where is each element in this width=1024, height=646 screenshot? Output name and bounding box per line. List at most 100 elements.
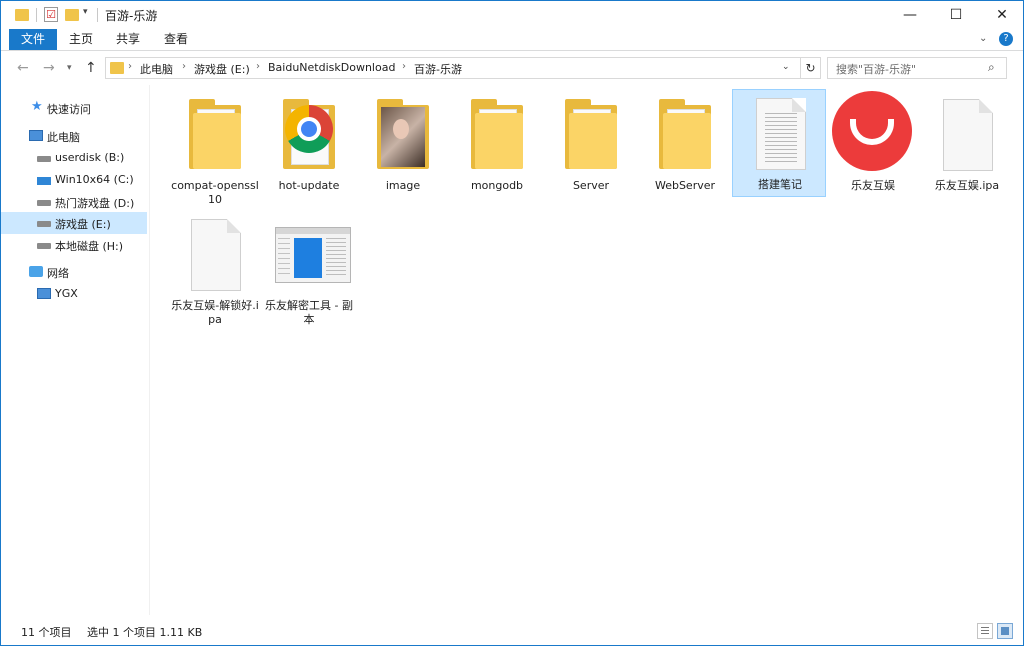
file-item-build-notes[interactable]: 搭建笔记	[732, 89, 826, 197]
properties-icon[interactable]: ☑	[44, 7, 58, 22]
breadcrumb-separator-icon[interactable]: ›	[256, 61, 260, 72]
folder-icon	[559, 99, 623, 175]
explorer-window: ☑ ▾ 百游-乐游 — ☐ ✕ 文件 主页 共享 查看 ⌄ ? ← → ▾ ↑ …	[0, 0, 1024, 646]
computer-icon	[29, 130, 43, 141]
file-name: hot-update	[278, 179, 340, 192]
sidebar-item-this-pc[interactable]: 此电脑	[1, 125, 147, 147]
chrome-icon	[277, 99, 341, 175]
navigation-pane: ★ 快速访问 此电脑 userdisk (B:) Win10x64 (C:) 热…	[1, 85, 149, 615]
toolbar-divider	[36, 8, 37, 22]
breadcrumb-this-pc[interactable]: 此电脑	[140, 61, 173, 77]
sidebar-item-label: userdisk (B:)	[55, 151, 125, 164]
sidebar-item-label: 热门游戏盘 (D:)	[55, 197, 135, 210]
tab-view[interactable]: 查看	[155, 29, 197, 50]
file-item-hot-update[interactable]: hot-update	[262, 91, 356, 199]
tab-share[interactable]: 共享	[107, 29, 149, 50]
drive-icon	[37, 243, 51, 249]
breadcrumb-separator-icon[interactable]: ›	[402, 61, 406, 72]
large-icons-view-button[interactable]	[997, 623, 1013, 639]
file-item-mongodb[interactable]: mongodb	[450, 91, 544, 199]
file-name: Server	[572, 179, 610, 192]
file-item-image[interactable]: image	[356, 91, 450, 199]
file-list: compat-openssl10 hot-update image mongod…	[149, 85, 1023, 615]
item-count: 11 个项目	[21, 626, 72, 639]
address-history-dropdown-icon[interactable]: ⌄	[782, 62, 790, 72]
drive-icon	[37, 221, 51, 227]
folder-icon	[15, 9, 29, 21]
file-name: image	[385, 179, 421, 192]
sidebar-item-drive-e[interactable]: 游戏盘 (E:)	[1, 212, 147, 234]
file-name: 搭建笔记	[758, 178, 802, 191]
search-icon[interactable]: ⌕	[988, 60, 995, 75]
sidebar-item-label: 本地磁盘 (H:)	[55, 240, 124, 253]
tab-home[interactable]: 主页	[61, 29, 101, 50]
up-button[interactable]: ↑	[85, 60, 97, 76]
customize-toolbar-dropdown-icon[interactable]: ▾	[83, 7, 88, 23]
file-item-leyou-unlocked-ipa[interactable]: 乐友互娱-解锁好.ipa	[168, 211, 262, 326]
sidebar-item-label: 此电脑	[47, 131, 80, 144]
window-title: 百游-乐游	[105, 9, 158, 23]
breadcrumb-baidunetdiskdownload[interactable]: BaiduNetdiskDownload	[268, 61, 395, 74]
file-item-webserver[interactable]: WebServer	[638, 91, 732, 199]
breadcrumb-current-folder[interactable]: 百游-乐游	[414, 61, 462, 77]
folder-icon	[653, 99, 717, 175]
new-folder-icon[interactable]	[65, 9, 79, 21]
drive-icon	[37, 200, 51, 206]
details-view-button[interactable]	[977, 623, 993, 639]
breadcrumb-separator-icon[interactable]: ›	[182, 61, 186, 72]
recent-locations-dropdown-icon[interactable]: ▾	[67, 63, 72, 73]
breadcrumb-separator-icon[interactable]: ›	[128, 61, 132, 72]
forward-button[interactable]: →	[43, 60, 55, 76]
app-logo-icon	[832, 91, 912, 171]
sidebar-item-drive-h[interactable]: 本地磁盘 (H:)	[1, 234, 147, 256]
breadcrumb-game-drive[interactable]: 游戏盘 (E:)	[194, 61, 250, 77]
file-item-leyou-ipa[interactable]: 乐友互娱.ipa	[920, 91, 1014, 199]
folder-icon	[110, 62, 124, 74]
sidebar-item-drive-c[interactable]: Win10x64 (C:)	[1, 169, 147, 191]
expand-ribbon-icon[interactable]: ⌄	[979, 33, 987, 44]
file-name: compat-openssl10	[171, 179, 259, 206]
file-name: 乐友互娱-解锁好.ipa	[171, 299, 259, 326]
file-name: 乐友解密工具 - 副本	[265, 299, 353, 326]
search-placeholder: 搜索"百游-乐游"	[836, 63, 917, 76]
sidebar-item-ygx[interactable]: YGX	[1, 283, 147, 305]
search-input[interactable]: 搜索"百游-乐游" ⌕	[827, 57, 1007, 79]
sidebar-item-label: 快速访问	[47, 103, 91, 116]
status-bar: 11 个项目 选中 1 个项目 1.11 KB	[1, 619, 1023, 645]
large-icons-view-icon	[1001, 627, 1009, 635]
sidebar-item-quick-access[interactable]: ★ 快速访问	[1, 97, 147, 119]
file-item-compat-openssl10[interactable]: compat-openssl10	[168, 91, 262, 206]
text-document-icon	[748, 98, 812, 174]
maximize-button[interactable]: ☐	[933, 1, 979, 29]
refresh-button[interactable]: ↻	[801, 57, 821, 79]
file-item-server[interactable]: Server	[544, 91, 638, 199]
folder-icon	[465, 99, 529, 175]
sidebar-item-drive-b[interactable]: userdisk (B:)	[1, 147, 147, 169]
help-icon[interactable]: ?	[999, 32, 1013, 46]
sidebar-item-label: 游戏盘 (E:)	[55, 218, 111, 231]
sidebar-item-label: YGX	[55, 287, 78, 300]
windows-drive-icon	[37, 177, 51, 185]
photo-folder-icon	[371, 99, 435, 175]
sidebar-item-network[interactable]: 网络	[1, 261, 147, 283]
network-icon	[29, 266, 43, 277]
close-button[interactable]: ✕	[979, 1, 1024, 29]
minimize-button[interactable]: —	[887, 1, 933, 29]
file-name: WebServer	[654, 179, 716, 192]
tab-file[interactable]: 文件	[9, 29, 57, 50]
file-item-decrypt-tool-copy[interactable]: 乐友解密工具 - 副本	[262, 211, 356, 326]
application-window-icon	[275, 219, 351, 295]
file-name: 乐友互娱.ipa	[934, 179, 1000, 192]
drive-icon	[37, 156, 51, 162]
blank-file-icon	[935, 99, 999, 175]
file-item-leyou-app[interactable]: 乐友互娱	[826, 91, 920, 199]
sidebar-item-drive-d[interactable]: 热门游戏盘 (D:)	[1, 191, 147, 213]
file-name: mongodb	[470, 179, 524, 192]
title-bar: ☑ ▾ 百游-乐游 — ☐ ✕	[1, 1, 1023, 29]
computer-icon	[37, 288, 51, 299]
back-button[interactable]: ←	[17, 60, 29, 76]
blank-file-icon	[183, 219, 247, 295]
details-view-icon	[981, 627, 989, 635]
toolbar-divider	[97, 8, 98, 22]
address-bar[interactable]: › 此电脑 › 游戏盘 (E:) › BaiduNetdiskDownload …	[105, 57, 801, 79]
